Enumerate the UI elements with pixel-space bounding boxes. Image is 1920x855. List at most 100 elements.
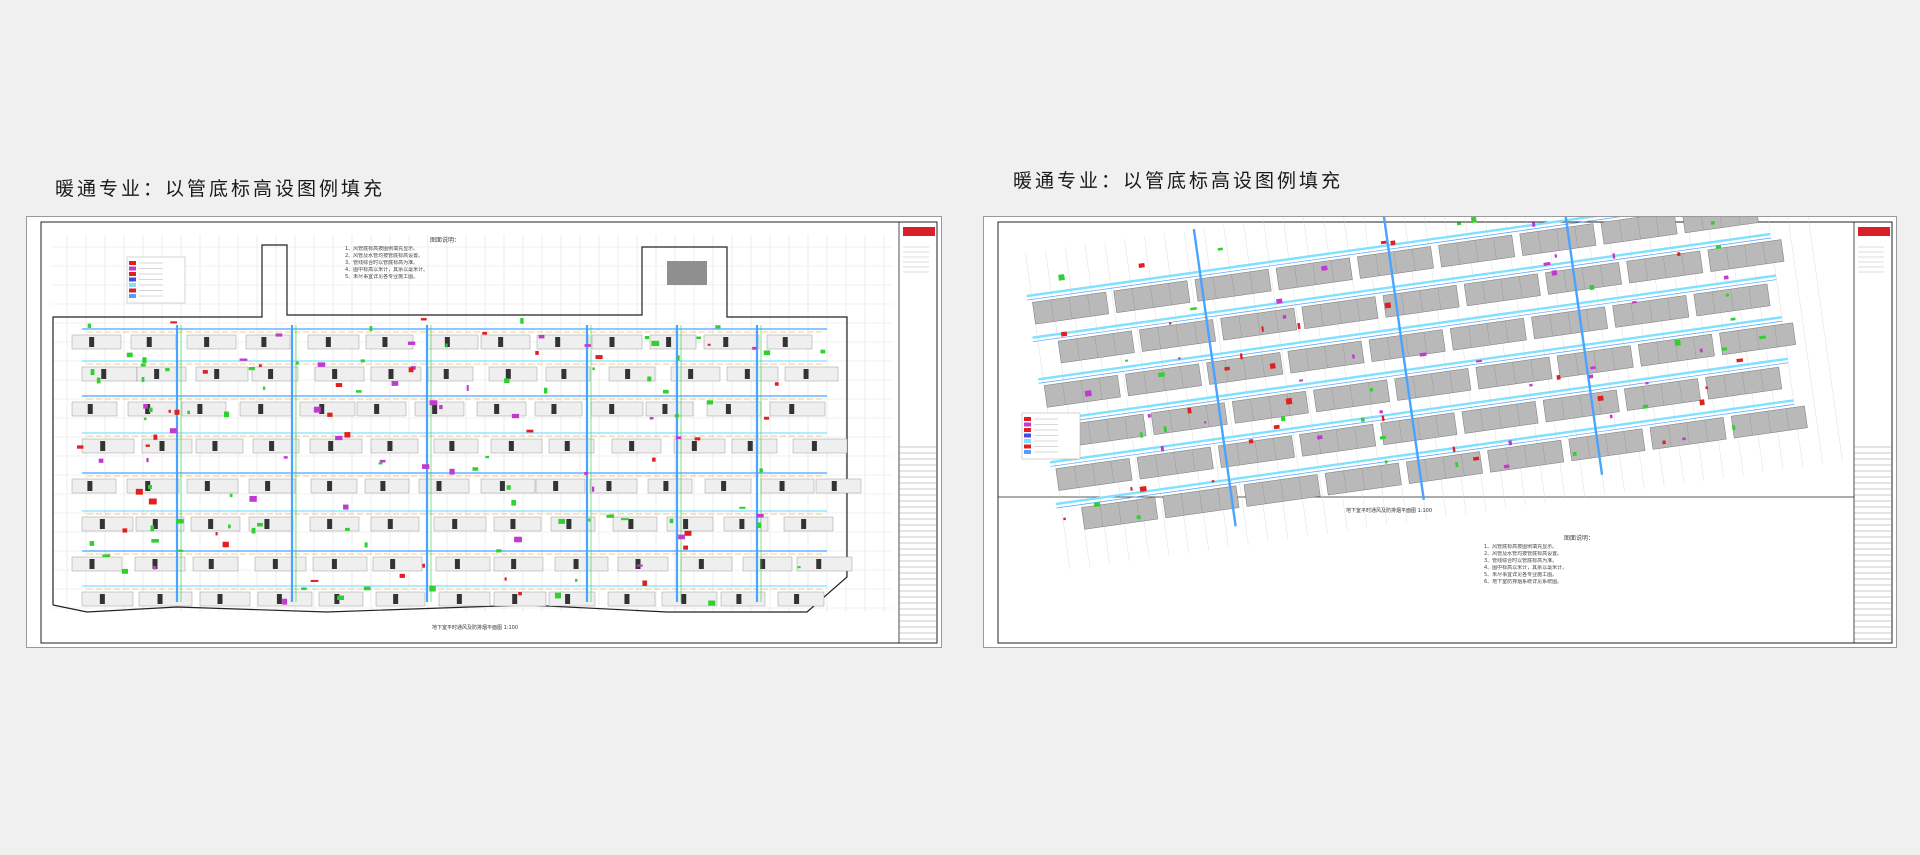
company-logo-stamp	[1858, 227, 1890, 236]
parking-bay	[314, 366, 365, 382]
parking-bay	[186, 334, 237, 350]
parking-bay	[71, 556, 123, 572]
equipment-mark	[1190, 307, 1197, 311]
equipment-mark	[1588, 374, 1594, 379]
equipment-mark	[588, 518, 591, 522]
equipment-mark	[175, 519, 184, 524]
column	[511, 559, 517, 569]
column	[811, 441, 817, 451]
equipment-mark	[538, 334, 545, 339]
equipment-mark	[1736, 358, 1744, 363]
parking-bay	[364, 478, 410, 494]
equipment-mark	[1384, 460, 1388, 464]
parking-bay	[71, 401, 118, 417]
parking-bay	[607, 591, 656, 607]
column	[101, 369, 107, 379]
equipment-mark	[257, 522, 263, 527]
equipment-mark	[647, 376, 652, 382]
equipment-mark	[1597, 395, 1604, 402]
parking-bay	[199, 591, 251, 607]
floor-plan-left	[40, 221, 938, 644]
note-line: 1、风管底标高按图例填充显示。	[1484, 544, 1558, 550]
legend-swatch	[1024, 450, 1031, 454]
column	[721, 481, 727, 491]
column	[432, 404, 438, 414]
equipment-mark	[177, 549, 184, 552]
parking-bay	[554, 556, 609, 572]
column	[436, 481, 442, 491]
parking-bay	[670, 366, 721, 382]
equipment-mark	[408, 367, 414, 373]
equipment-mark	[249, 495, 257, 502]
parking-bay	[81, 366, 138, 382]
equipment-mark	[262, 386, 266, 390]
equipment-mark	[337, 595, 345, 601]
column	[393, 594, 399, 604]
equipment-mark	[1217, 247, 1224, 251]
column	[380, 481, 386, 491]
column	[688, 369, 694, 379]
equipment-mark	[317, 362, 326, 367]
equipment-mark	[148, 485, 153, 490]
equipment-mark	[148, 498, 157, 505]
equipment-mark	[1168, 322, 1172, 325]
equipment-mark	[482, 331, 488, 335]
equipment-mark	[169, 428, 177, 434]
equipment-mark	[1224, 366, 1231, 371]
equipment-mark	[514, 536, 522, 543]
parking-bay	[760, 478, 815, 494]
equipment-mark	[676, 355, 680, 361]
equipment-mark	[1551, 269, 1558, 276]
column	[803, 369, 809, 379]
column	[625, 369, 631, 379]
stair-core	[667, 261, 707, 285]
equipment-mark	[504, 577, 507, 581]
equipment-mark	[1456, 222, 1462, 226]
equipment-mark	[706, 400, 714, 405]
column	[454, 559, 460, 569]
equipment-mark	[1299, 379, 1304, 382]
equipment-mark	[591, 486, 595, 492]
parking-bay	[433, 438, 479, 454]
drawing-title-right: 地下室平时通风及防排烟平面图 1:100	[1346, 508, 1433, 514]
equipment-mark	[1063, 517, 1066, 521]
equipment-mark	[295, 361, 299, 365]
parking-bay	[742, 556, 793, 572]
parking-bay	[248, 478, 296, 494]
parking-bay	[720, 591, 766, 607]
equipment-mark	[301, 587, 307, 590]
equipment-mark	[313, 406, 321, 413]
parking-bay	[783, 516, 834, 532]
notes-left: 图面说明： 1、风管底标高按图例填充显示。 2、风管及水管均按管底标高设置。 3…	[345, 237, 545, 281]
parking-bay	[726, 366, 779, 382]
equipment-mark	[1682, 437, 1686, 441]
column	[204, 481, 210, 491]
note-line: 1、风管底标高按图例填充显示。	[345, 246, 419, 252]
note-line: 6、地下室防排烟系统详见系统图。	[1484, 579, 1563, 585]
parking-bay	[370, 438, 419, 454]
equipment-mark	[378, 462, 383, 465]
equipment-mark	[1285, 397, 1293, 405]
equipment-mark	[1645, 381, 1649, 385]
parking-bay	[248, 516, 294, 532]
equipment-mark	[1084, 390, 1092, 397]
parking-bay	[370, 516, 420, 532]
parking-bay	[490, 438, 543, 454]
equipment-mark	[752, 346, 757, 350]
column	[736, 594, 742, 604]
equipment-mark	[675, 436, 682, 440]
equipment-mark	[90, 369, 95, 376]
column	[629, 441, 635, 451]
parking-bay	[438, 591, 491, 607]
column	[512, 594, 518, 604]
equipment-mark	[153, 434, 158, 440]
column	[387, 519, 393, 529]
equipment-mark	[756, 513, 764, 518]
parking-bay	[488, 366, 538, 382]
equipment-mark	[229, 493, 233, 498]
column	[691, 441, 697, 451]
equipment-mark	[574, 578, 578, 582]
caption-right: 暖通专业：以管底标高设图例填充	[1013, 170, 1344, 192]
equipment-mark	[165, 368, 170, 372]
column	[456, 594, 462, 604]
